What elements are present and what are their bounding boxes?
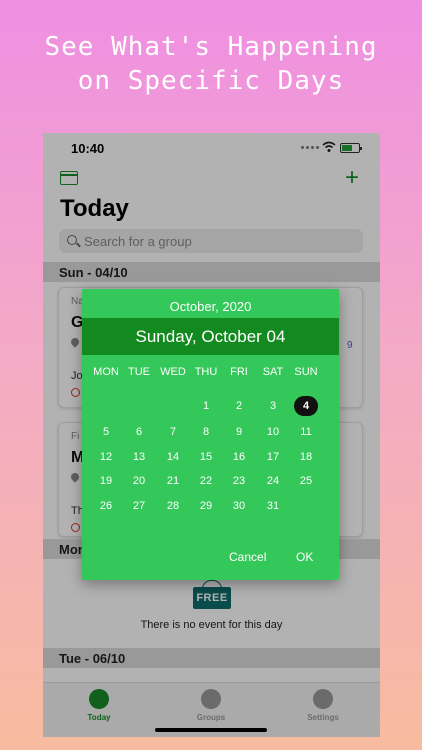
picker-selected-date: Sunday, October 04 xyxy=(135,327,286,346)
weekday-label: MON xyxy=(93,366,119,378)
weekday-label: SAT xyxy=(262,366,284,378)
day-cell[interactable]: 1 xyxy=(194,396,218,416)
day-cell[interactable]: 13 xyxy=(127,447,151,467)
day-cell[interactable]: 19 xyxy=(94,471,118,491)
ok-button[interactable]: OK xyxy=(296,550,313,564)
day-cell[interactable]: 25 xyxy=(294,471,318,491)
day-cell[interactable]: 12 xyxy=(94,447,118,467)
promo-line-2: on Specific Days xyxy=(77,66,345,96)
promo-line-1: See What's Happening xyxy=(44,32,378,62)
day-cell[interactable]: 26 xyxy=(94,496,118,516)
day-cell[interactable]: 21 xyxy=(161,471,185,491)
weekday-label: TUE xyxy=(128,366,150,378)
day-cell[interactable]: 6 xyxy=(127,422,151,442)
day-cell[interactable]: 15 xyxy=(194,447,218,467)
day-cell[interactable]: 8 xyxy=(194,422,218,442)
picker-month-label[interactable]: October, 2020 xyxy=(82,299,339,314)
day-cell[interactable]: 31 xyxy=(261,496,285,516)
day-cell[interactable]: 17 xyxy=(261,447,285,467)
cancel-button[interactable]: Cancel xyxy=(229,550,266,564)
day-cell[interactable]: 23 xyxy=(227,471,251,491)
day-cell[interactable]: 2 xyxy=(227,396,251,416)
day-cell[interactable]: 27 xyxy=(127,496,151,516)
day-cell[interactable]: 28 xyxy=(161,496,185,516)
day-cell[interactable]: 3 xyxy=(261,396,285,416)
day-cell[interactable]: 7 xyxy=(161,422,185,442)
day-cell[interactable]: 24 xyxy=(261,471,285,491)
promo-headline: See What's Happening on Specific Days xyxy=(0,30,422,98)
weekday-label: THU xyxy=(194,366,218,378)
day-cell[interactable]: 18 xyxy=(294,447,318,467)
day-cell[interactable]: 16 xyxy=(227,447,251,467)
day-cell[interactable]: 10 xyxy=(261,422,285,442)
day-cell[interactable]: 30 xyxy=(227,496,251,516)
day-cell[interactable]: 4 xyxy=(294,396,318,416)
day-cell[interactable]: 20 xyxy=(127,471,151,491)
weekday-label: WED xyxy=(160,366,186,378)
day-cell[interactable]: 29 xyxy=(194,496,218,516)
weekday-label: SUN xyxy=(294,366,318,378)
day-cell[interactable]: 11 xyxy=(294,422,318,442)
day-cell[interactable]: 9 xyxy=(227,422,251,442)
picker-selected-banner: Sunday, October 04 xyxy=(82,318,339,355)
day-cell[interactable]: 22 xyxy=(194,471,218,491)
date-picker-dialog: October, 2020 Sunday, October 04 MON TUE W… xyxy=(82,289,339,580)
weekday-label: FRI xyxy=(230,366,248,378)
day-cell[interactable]: 5 xyxy=(94,422,118,442)
day-cell[interactable]: 14 xyxy=(161,447,185,467)
